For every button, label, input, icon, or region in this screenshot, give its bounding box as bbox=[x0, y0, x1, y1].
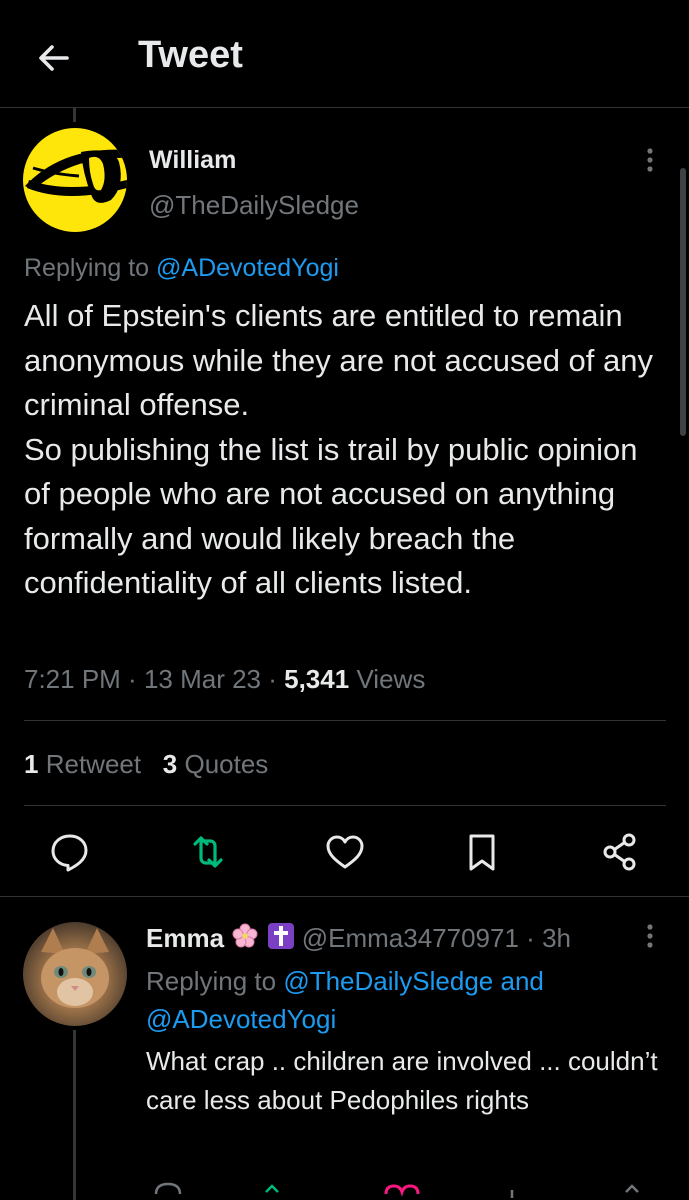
thread-connector bbox=[73, 108, 76, 122]
retweets-count: 1 bbox=[24, 749, 39, 779]
latin-cross-icon bbox=[267, 923, 294, 949]
more-vertical-icon bbox=[647, 924, 653, 948]
comment-icon bbox=[154, 1182, 182, 1195]
quotes-label: Quotes bbox=[184, 749, 269, 779]
mention-and: and bbox=[493, 966, 544, 996]
share-icon bbox=[625, 1184, 639, 1193]
mention-link[interactable]: @ADevotedYogi bbox=[146, 1004, 336, 1034]
views-label: Views bbox=[356, 664, 426, 694]
top-bar: Tweet bbox=[0, 0, 689, 108]
retweet-icon bbox=[265, 1184, 279, 1193]
tweet-stats: 1 Retweet 3 Quotes bbox=[24, 749, 268, 780]
reply-action-icons bbox=[154, 1182, 639, 1198]
reply-replying-to: Replying to @TheDailySledge and @ADevote… bbox=[146, 962, 666, 1038]
bookmark-icon bbox=[469, 834, 495, 871]
reply-author-handle[interactable]: @Emma34770971 bbox=[302, 923, 519, 953]
quotes-count: 3 bbox=[162, 749, 178, 779]
views-count: 5,341 bbox=[284, 664, 350, 694]
back-button[interactable] bbox=[34, 38, 74, 78]
reply-button[interactable] bbox=[48, 830, 92, 874]
quotes-stat[interactable]: 3 Quotes bbox=[163, 749, 269, 779]
retweet-icon bbox=[193, 836, 223, 868]
tweet-text: All of Epstein's clients are entitled to… bbox=[24, 298, 653, 600]
share-icon bbox=[603, 833, 636, 871]
cherry-blossom-icon bbox=[232, 923, 258, 948]
avatar[interactable] bbox=[23, 128, 127, 232]
mention-link[interactable]: @ADevotedYogi bbox=[156, 254, 339, 282]
author-name[interactable]: William bbox=[149, 146, 236, 175]
replying-prefix: Replying to bbox=[146, 966, 284, 996]
divider bbox=[24, 805, 666, 806]
thread-line bbox=[73, 1030, 76, 1200]
reply-action-bar bbox=[146, 1178, 646, 1200]
tweet-time: 7:21 PM bbox=[24, 664, 121, 694]
tweet-meta: 7:21 PM · 13 Mar 23 · 5,341 Views bbox=[24, 664, 426, 694]
bookmark-button[interactable] bbox=[460, 830, 504, 874]
reply-avatar[interactable] bbox=[23, 922, 127, 1026]
scrollbar[interactable] bbox=[680, 168, 686, 436]
retweet-button[interactable] bbox=[186, 830, 230, 874]
reply-text: What crap .. children are involved ... c… bbox=[146, 1046, 658, 1115]
replying-prefix: Replying to bbox=[24, 254, 157, 282]
heart-icon bbox=[326, 835, 364, 869]
reply-time: 3h bbox=[542, 923, 571, 953]
comment-icon bbox=[51, 834, 88, 872]
reply-more-button[interactable] bbox=[638, 922, 662, 952]
author-handle[interactable]: @TheDailySledge bbox=[149, 190, 359, 221]
divider bbox=[24, 720, 666, 721]
page-title: Tweet bbox=[138, 34, 243, 76]
reply-header: Emma @Emma34770971 · 3h bbox=[146, 923, 571, 953]
retweets-stat[interactable]: 1 Retweet bbox=[24, 749, 141, 779]
eye-logo-icon bbox=[25, 149, 127, 203]
kitten-photo bbox=[41, 928, 109, 1008]
divider bbox=[0, 896, 689, 897]
mention-link[interactable]: @TheDailySledge bbox=[283, 966, 493, 996]
more-vertical-icon bbox=[647, 148, 653, 172]
tweet-date: 13 Mar 23 bbox=[143, 664, 262, 694]
replying-to: Replying to @ADevotedYogi bbox=[24, 254, 339, 283]
retweets-label: Retweet bbox=[45, 749, 142, 779]
more-button[interactable] bbox=[638, 146, 662, 176]
share-button[interactable] bbox=[598, 830, 642, 874]
heart-icon bbox=[384, 1184, 420, 1197]
reply-author-name[interactable]: Emma bbox=[146, 923, 224, 953]
like-button[interactable] bbox=[323, 830, 367, 874]
arrow-left-icon bbox=[39, 45, 69, 71]
